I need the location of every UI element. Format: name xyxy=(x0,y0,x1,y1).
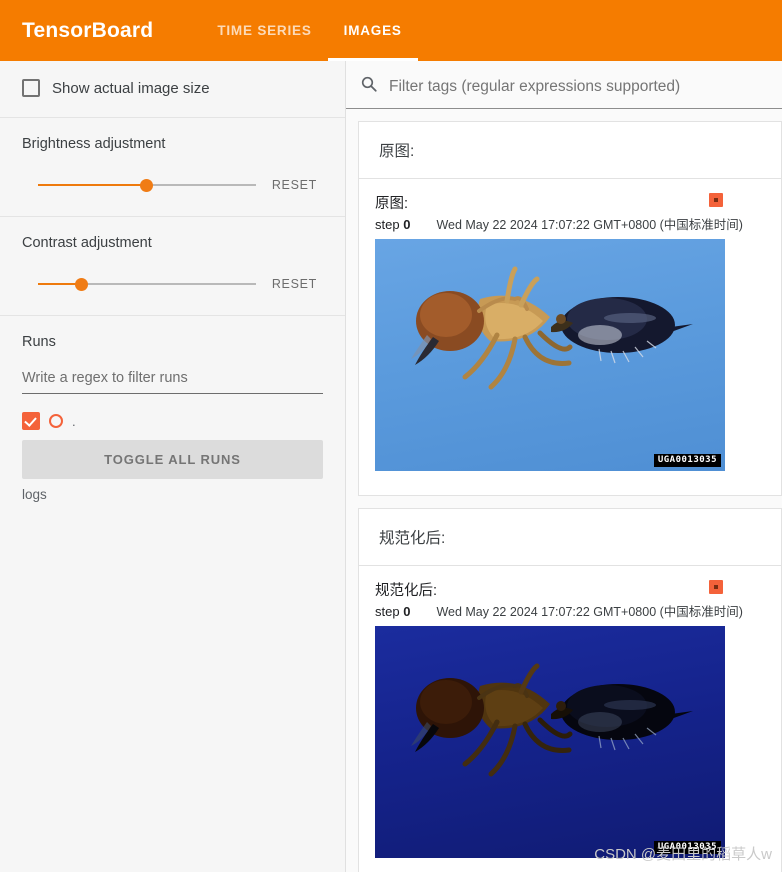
show-actual-image-size-row[interactable]: Show actual image size xyxy=(22,79,323,97)
search-icon xyxy=(360,75,378,98)
image-card: 原图: 原图: step 0 Wed May 22 2024 17:07:22 … xyxy=(358,121,782,497)
tab-bar: TIME SERIES IMAGES xyxy=(201,0,418,61)
image-meta-row: step 0 Wed May 22 2024 17:07:22 GMT+0800… xyxy=(375,214,781,233)
settings-sidebar: Show actual image size Brightness adjust… xyxy=(0,61,346,872)
actual-size-section: Show actual image size xyxy=(0,61,345,118)
filter-tags-input[interactable] xyxy=(387,76,768,97)
app-title: TensorBoard xyxy=(22,18,154,42)
images-panel: 原图: 原图: step 0 Wed May 22 2024 17:07:22 … xyxy=(346,61,782,872)
step-label: step 0 xyxy=(375,217,410,232)
brightness-track-fill xyxy=(38,184,147,186)
card-body: 原图: step 0 Wed May 22 2024 17:07:22 GMT+… xyxy=(359,179,781,495)
runs-section: Runs . TOGGLE ALL RUNS logs xyxy=(0,316,345,522)
card-tag-title: 规范化后: xyxy=(359,509,781,567)
contrast-reset-button[interactable]: RESET xyxy=(266,273,323,295)
show-actual-image-size-label: Show actual image size xyxy=(52,79,210,97)
contrast-slider[interactable] xyxy=(38,275,256,293)
toggle-all-runs-button[interactable]: TOGGLE ALL RUNS xyxy=(22,440,323,479)
image-watermark: UGA0013035 xyxy=(653,454,721,468)
contrast-slider-thumb[interactable] xyxy=(75,277,89,291)
brightness-slider-row: RESET xyxy=(22,174,323,196)
card-tag-title: 原图: xyxy=(359,122,781,179)
brightness-slider-thumb[interactable] xyxy=(140,178,154,192)
step-value: 0 xyxy=(403,604,411,620)
brightness-title: Brightness adjustment xyxy=(22,136,166,152)
timestamp-label: Wed May 22 2024 17:07:22 GMT+0800 (中国标准时… xyxy=(436,605,743,620)
step-text: step xyxy=(375,604,400,620)
ant-illustration xyxy=(411,266,693,390)
step-value: 0 xyxy=(403,217,411,233)
contrast-title: Contrast adjustment xyxy=(22,235,152,251)
tab-images[interactable]: IMAGES xyxy=(327,0,418,61)
run-color-circle-icon xyxy=(49,414,63,428)
tab-time-series[interactable]: TIME SERIES xyxy=(201,0,327,61)
card-body: 规范化后: step 0 Wed May 22 2024 17:07:22 GM… xyxy=(359,566,781,872)
run-list-item[interactable]: . xyxy=(22,412,323,430)
step-text: step xyxy=(375,217,400,233)
main-layout: Show actual image size Brightness adjust… xyxy=(0,61,782,872)
run-name-label: . xyxy=(72,413,76,429)
runs-filter-input[interactable] xyxy=(22,368,323,394)
filter-tags-bar xyxy=(346,61,782,109)
run-color-badge xyxy=(709,580,723,595)
show-actual-image-size-checkbox[interactable] xyxy=(22,79,40,97)
ant-image-original[interactable]: UGA0013035 xyxy=(375,239,725,472)
logs-label: logs xyxy=(22,487,47,502)
image-card: 规范化后: 规范化后: step 0 Wed May 22 2024 17:07… xyxy=(358,508,782,872)
step-label: step 0 xyxy=(375,604,410,619)
image-watermark: UGA0013035 xyxy=(653,841,721,855)
ant-illustration xyxy=(411,663,693,777)
runs-title: Runs xyxy=(22,334,56,350)
run-checkbox[interactable] xyxy=(22,412,40,430)
brightness-slider[interactable] xyxy=(38,176,256,194)
brightness-section: Brightness adjustment RESET xyxy=(0,118,345,217)
image-meta-row: step 0 Wed May 22 2024 17:07:22 GMT+0800… xyxy=(375,601,781,620)
timestamp-label: Wed May 22 2024 17:07:22 GMT+0800 (中国标准时… xyxy=(436,218,743,233)
contrast-slider-row: RESET xyxy=(22,273,323,295)
contrast-section: Contrast adjustment RESET xyxy=(0,217,345,316)
run-color-badge xyxy=(709,193,723,207)
brightness-reset-button[interactable]: RESET xyxy=(266,174,323,196)
image-cards-container: 原图: 原图: step 0 Wed May 22 2024 17:07:22 … xyxy=(346,109,782,872)
app-header: TensorBoard TIME SERIES IMAGES xyxy=(0,0,782,61)
ant-image-normalized[interactable]: UGA0013035 xyxy=(375,626,725,859)
